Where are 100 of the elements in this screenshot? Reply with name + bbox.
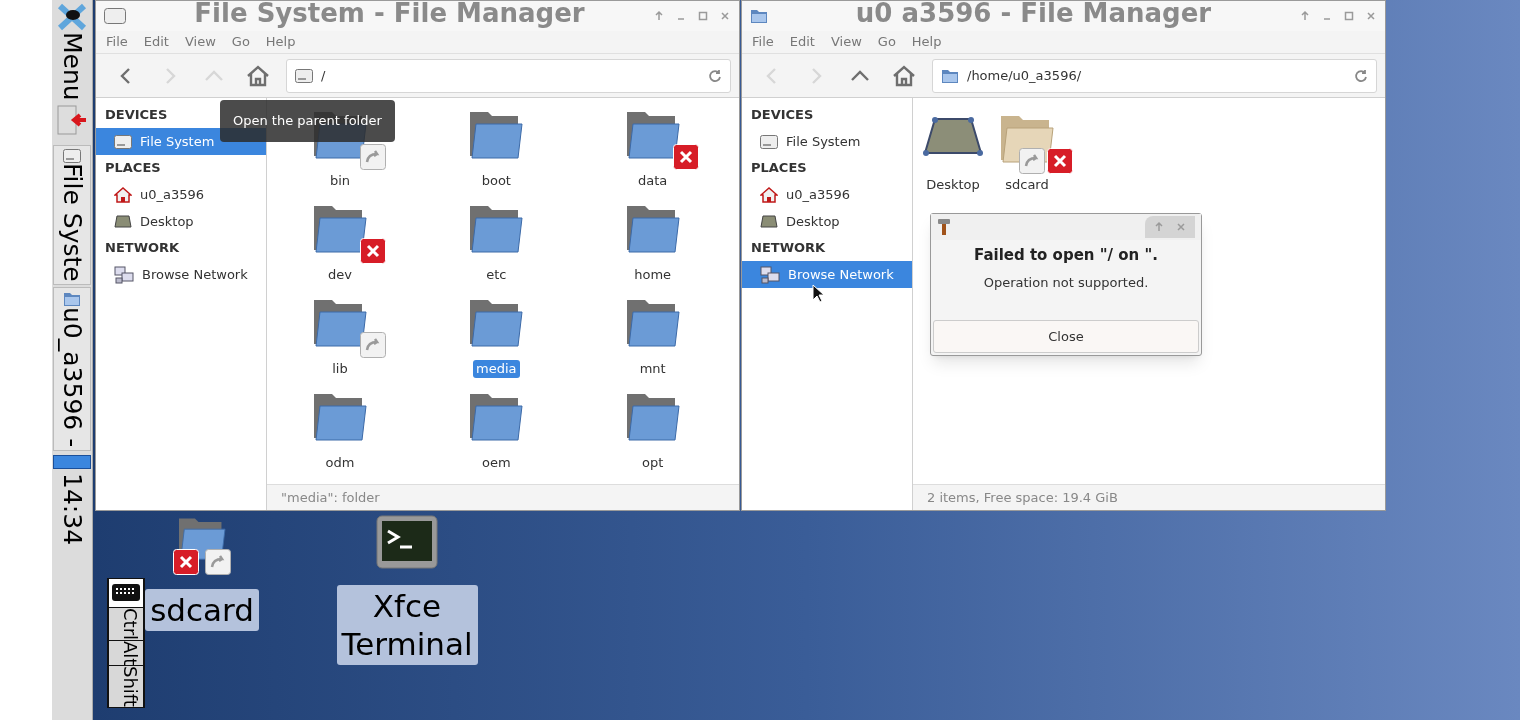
menu-item[interactable]: Go bbox=[231, 32, 250, 52]
shade-button[interactable] bbox=[1299, 10, 1311, 22]
terminal-icon[interactable] bbox=[376, 515, 438, 571]
house-icon bbox=[760, 186, 778, 203]
file-name[interactable]: etc bbox=[483, 266, 510, 284]
sidebar-label: Desktop bbox=[786, 212, 840, 231]
window-title: u0 a3596 - File Manager bbox=[854, 1, 1213, 26]
tooltip: Open the parent folder bbox=[220, 100, 395, 142]
menu-item[interactable]: Edit bbox=[143, 32, 169, 52]
menu-label: Menu bbox=[57, 32, 87, 101]
file-name[interactable]: boot bbox=[478, 172, 514, 190]
link-emblem-icon bbox=[360, 144, 386, 170]
menu-item[interactable]: Help bbox=[265, 32, 296, 52]
keyboard-icon[interactable] bbox=[109, 579, 143, 607]
file-name[interactable]: odm bbox=[322, 454, 358, 472]
sidebar-heading: DEVICES bbox=[751, 106, 814, 125]
modifier-key[interactable]: Ctrl bbox=[109, 608, 143, 641]
sidebar-item[interactable]: Browse Network bbox=[742, 261, 912, 288]
status-text: 2 items, Free space: 19.4 GiB bbox=[927, 488, 1118, 507]
denied-emblem-icon bbox=[360, 238, 386, 264]
sidebar-item[interactable]: File System bbox=[742, 128, 912, 155]
location-path: /home/u0_a3596/ bbox=[967, 66, 1083, 85]
file-name[interactable]: sdcard bbox=[1002, 176, 1052, 194]
maximize-button[interactable] bbox=[697, 10, 709, 22]
drive-icon bbox=[63, 148, 81, 163]
sidebar-label: u0_a3596 bbox=[140, 185, 205, 204]
sidebar-label: Desktop bbox=[140, 212, 194, 231]
desktop-icon bbox=[114, 213, 132, 230]
file-name[interactable]: mnt bbox=[636, 360, 669, 378]
network-icon bbox=[760, 265, 780, 284]
status-text: "media": folder bbox=[281, 488, 380, 507]
menu-item[interactable]: File bbox=[752, 32, 774, 52]
drive-icon bbox=[760, 134, 778, 149]
sidebar-heading: PLACES bbox=[105, 159, 161, 178]
sidebar-heading: NETWORK bbox=[751, 239, 826, 258]
menu-item[interactable]: Help bbox=[911, 32, 942, 52]
sidebar-item[interactable]: Browse Network bbox=[96, 261, 266, 288]
reload-icon[interactable] bbox=[708, 68, 722, 83]
workspace-pager[interactable] bbox=[53, 455, 91, 470]
network-icon bbox=[114, 265, 134, 284]
sidebar-label: File System bbox=[140, 132, 215, 151]
menu-item[interactable]: File bbox=[106, 32, 128, 52]
close-button[interactable] bbox=[1365, 10, 1377, 22]
menu-item[interactable]: Edit bbox=[789, 32, 815, 52]
menu-item[interactable]: Go bbox=[877, 32, 896, 52]
menu-item[interactable]: View bbox=[184, 32, 216, 52]
sidebar-heading: DEVICES bbox=[105, 106, 168, 125]
dialog-message: Operation not supported. bbox=[982, 273, 1150, 292]
task-button[interactable]: u0_a3596 - bbox=[53, 287, 91, 452]
file-name[interactable]: opt bbox=[639, 454, 667, 472]
sidebar-label: Browse Network bbox=[788, 265, 894, 284]
shade-button[interactable] bbox=[653, 10, 665, 22]
drive-icon bbox=[114, 134, 132, 149]
folder-icon bbox=[63, 291, 81, 308]
desktop-icon-label[interactable]: sdcard bbox=[145, 589, 259, 631]
desktop-icon bbox=[760, 213, 778, 230]
dialog-heading: Failed to open "/ on ". bbox=[973, 245, 1159, 266]
menu-item[interactable]: View bbox=[830, 32, 862, 52]
location-path: / bbox=[321, 66, 327, 85]
modifier-key[interactable]: Alt bbox=[109, 641, 143, 666]
hammer-icon bbox=[937, 218, 951, 236]
maximize-button[interactable] bbox=[1343, 10, 1355, 22]
mouse-logo-icon[interactable] bbox=[56, 2, 88, 32]
file-name[interactable]: data bbox=[635, 172, 671, 190]
sidebar-heading: PLACES bbox=[751, 159, 807, 178]
location-field[interactable]: / bbox=[286, 58, 731, 93]
mouse-pointer-icon bbox=[812, 284, 824, 303]
close-button[interactable] bbox=[1175, 221, 1187, 233]
logout-icon[interactable] bbox=[56, 104, 88, 135]
file-name[interactable]: dev bbox=[325, 266, 355, 284]
sidebar-heading: NETWORK bbox=[105, 239, 180, 258]
folder-icon bbox=[750, 8, 768, 24]
link-emblem-icon bbox=[1019, 148, 1045, 174]
reload-icon[interactable] bbox=[1354, 68, 1368, 83]
close-button[interactable]: Close bbox=[933, 320, 1199, 353]
clock: 14:34 bbox=[57, 473, 87, 546]
close-button[interactable] bbox=[719, 10, 731, 22]
drive-icon bbox=[104, 8, 126, 24]
modifier-key[interactable]: Shift bbox=[109, 666, 143, 708]
window-title: File System - File Manager bbox=[193, 1, 586, 26]
desktop-icon-label[interactable]: Xfce Terminal bbox=[336, 585, 478, 665]
file-name[interactable]: bin bbox=[326, 172, 354, 190]
file-name[interactable]: oem bbox=[479, 454, 514, 472]
file-name[interactable]: media bbox=[473, 360, 520, 378]
link-emblem-icon bbox=[360, 332, 386, 358]
sidebar-label: Browse Network bbox=[142, 265, 248, 284]
task-button[interactable]: File Syste bbox=[53, 144, 91, 286]
shade-button[interactable] bbox=[1153, 221, 1165, 233]
sidebar-item[interactable]: u0_a3596 bbox=[96, 181, 266, 208]
denied-emblem-icon bbox=[1047, 148, 1073, 174]
sidebar-label: File System bbox=[786, 132, 861, 151]
sidebar-label: u0_a3596 bbox=[786, 185, 851, 204]
sidebar-item[interactable]: Desktop bbox=[96, 208, 266, 235]
file-name[interactable]: lib bbox=[329, 360, 351, 378]
location-field[interactable]: /home/u0_a3596/ bbox=[932, 58, 1377, 93]
file-name[interactable]: home bbox=[631, 266, 675, 284]
sidebar-item[interactable]: Desktop bbox=[742, 208, 912, 235]
sidebar-item[interactable]: u0_a3596 bbox=[742, 181, 912, 208]
file-name[interactable]: Desktop bbox=[923, 176, 983, 194]
folder-icon bbox=[941, 67, 959, 84]
